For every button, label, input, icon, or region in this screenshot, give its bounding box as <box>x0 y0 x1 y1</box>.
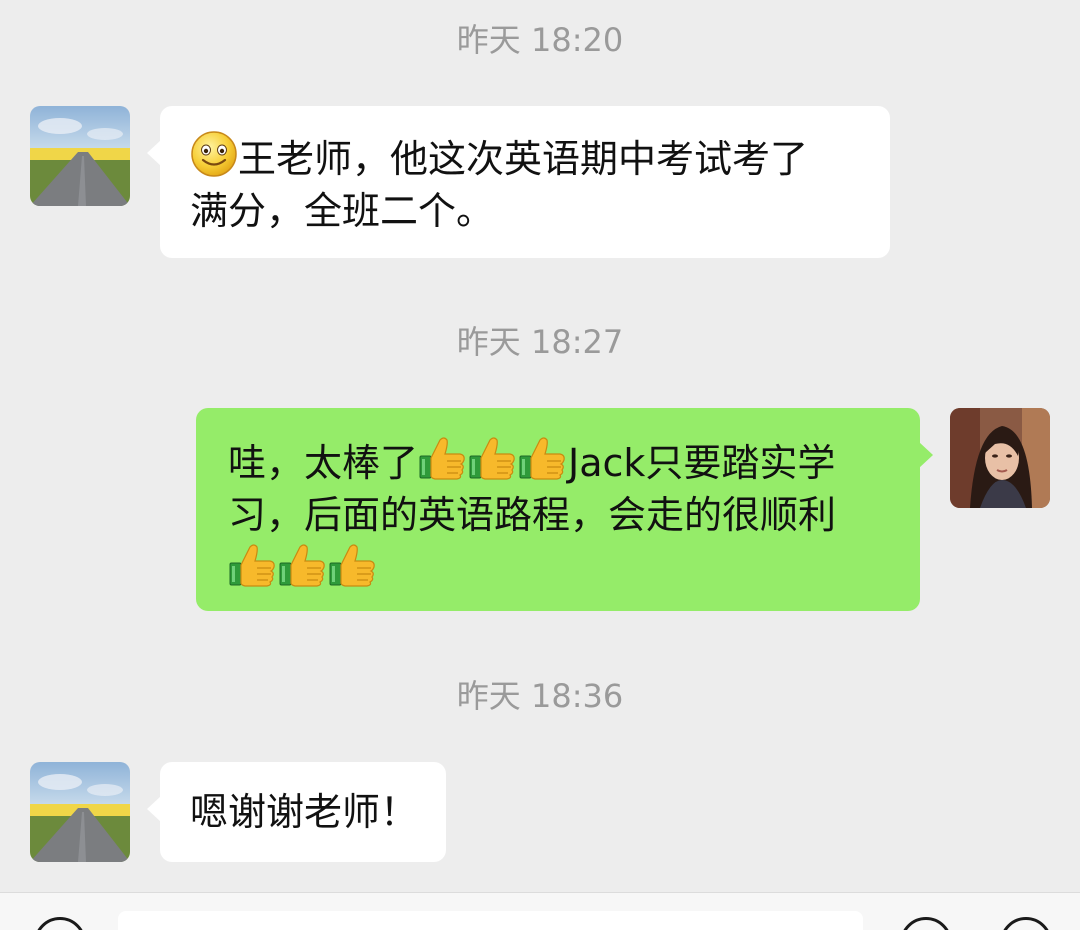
message-bubble-sent[interactable]: 哇，太棒了 Jack只要踏实学 习，后面的英语路程，会走的很顺利 <box>196 408 920 611</box>
road-landscape-avatar-icon <box>30 106 130 206</box>
chat-window: 昨天 18:20 王老师，他这次英语期中考试考了 满分，全班二个。 昨天 18:… <box>0 0 1080 930</box>
message-bubble-received[interactable]: 嗯谢谢老师！ <box>160 762 446 862</box>
thumbs-up-group <box>418 434 568 489</box>
message-line: 习，后面的英语路程，会走的很顺利 <box>228 493 837 537</box>
thumbs-up-group <box>228 541 378 596</box>
emoji-icon[interactable] <box>900 917 952 930</box>
timestamp: 昨天 18:20 <box>456 21 624 59</box>
contact-avatar[interactable] <box>30 106 130 206</box>
bubble-tail <box>147 140 161 166</box>
smile-emoji-icon <box>191 131 237 177</box>
message-text: 哇，太棒了 <box>228 441 419 485</box>
bubble-tail <box>919 442 933 468</box>
message-line: 嗯谢谢老师！ <box>190 790 419 834</box>
message-text: 王老师，他这次英语期中考试考了 <box>238 137 809 181</box>
thumbs-up-icon <box>469 437 515 480</box>
timestamp: 昨天 18:27 <box>456 323 624 361</box>
thumbs-up-icon <box>419 437 465 480</box>
plus-icon[interactable] <box>1000 917 1052 930</box>
message-line: 王老师，他这次英语期中考试考了 <box>190 130 862 185</box>
thumbs-up-icon <box>279 544 325 587</box>
input-bar <box>0 892 1080 930</box>
message-line: 哇，太棒了 Jack只要踏实学 <box>228 434 900 489</box>
thumbs-up-icon <box>229 544 275 587</box>
my-avatar[interactable] <box>950 408 1050 508</box>
bubble-tail <box>147 796 161 822</box>
contact-avatar[interactable] <box>30 762 130 862</box>
message-line <box>228 541 900 596</box>
message-input[interactable] <box>118 911 863 930</box>
voice-icon[interactable] <box>34 917 86 930</box>
road-landscape-avatar-icon <box>30 762 130 862</box>
timestamp: 昨天 18:36 <box>456 677 624 715</box>
thumbs-up-icon <box>519 437 565 480</box>
message-bubble-received[interactable]: 王老师，他这次英语期中考试考了 满分，全班二个。 <box>160 106 890 258</box>
message-line: 满分，全班二个。 <box>190 189 495 233</box>
woman-portrait-avatar-icon <box>950 408 1050 508</box>
message-text: Jack只要踏实学 <box>568 441 836 485</box>
thumbs-up-icon <box>329 544 375 587</box>
